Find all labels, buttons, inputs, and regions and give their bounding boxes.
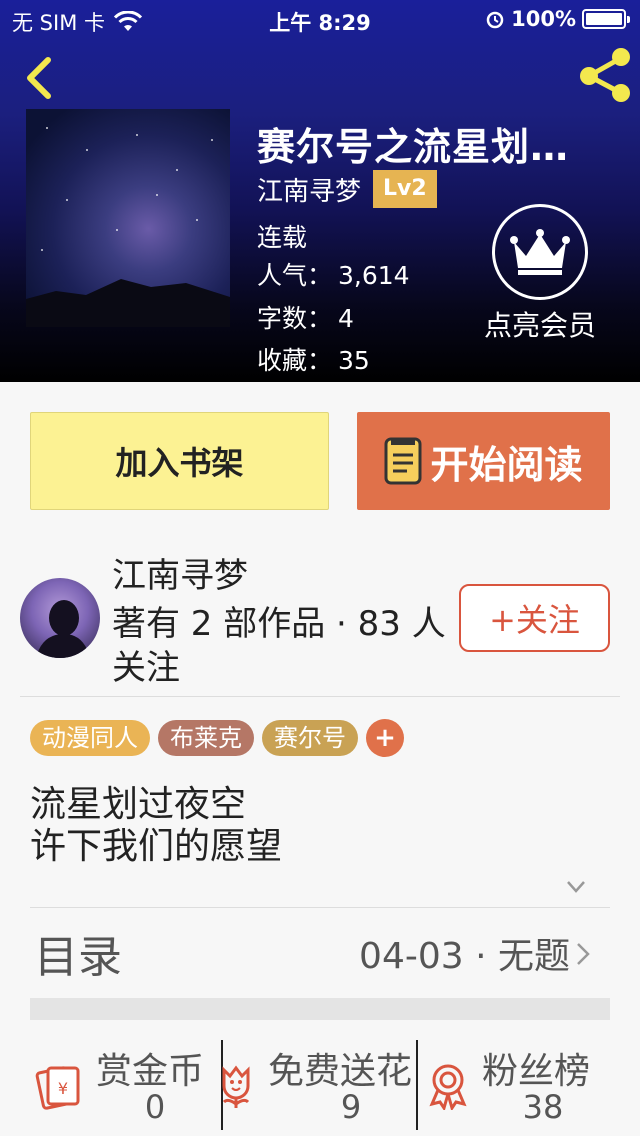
crown-icon: [510, 229, 570, 275]
start-reading-label: 开始阅读: [430, 442, 583, 487]
popularity-row: 人气： 3,614: [257, 261, 410, 290]
flowers-value: 9: [340, 1088, 362, 1126]
fans-value: 38: [522, 1088, 564, 1126]
divider: [20, 696, 620, 697]
section-separator: [30, 998, 610, 1020]
author-works-summary: 著有 2 部作品 · 83 人关注: [112, 604, 446, 688]
latest-chapter: 04-03 · 无题: [359, 936, 570, 977]
book-title: 赛尔号之流星划过夜空: [257, 125, 607, 169]
flower-icon: [222, 1065, 250, 1108]
add-to-shelf-button[interactable]: 加入书架: [30, 412, 329, 510]
toc-title: 目录: [34, 932, 122, 983]
book-author[interactable]: 江南寻梦: [257, 171, 361, 208]
author-avatar[interactable]: [20, 578, 100, 658]
reward-value: 0: [144, 1088, 166, 1126]
popularity-value: 3,614: [338, 261, 410, 290]
fan-ranking-button[interactable]: 粉丝榜 38: [420, 1038, 620, 1128]
battery-percent: 100%: [511, 7, 576, 31]
author-name[interactable]: 江南寻梦: [112, 548, 248, 597]
status-bar: 无 SIM 卡 上午 8:29 100%: [0, 0, 640, 40]
chevron-right-icon: [577, 943, 590, 965]
level-badge: Lv2: [373, 170, 437, 208]
favorites-value: 35: [338, 346, 370, 375]
book-header: 无 SIM 卡 上午 8:29 100% 赛尔号之流星划过夜 江南寻梦 Lv2 …: [0, 0, 640, 382]
word-count-row: 字数： 4: [257, 304, 354, 333]
follow-button[interactable]: +关注: [459, 584, 610, 652]
tag-item[interactable]: 布莱克: [158, 720, 254, 756]
description-line: 流星划过夜空: [30, 784, 247, 825]
send-flowers-button[interactable]: 免费送花 9: [208, 1038, 418, 1128]
back-button[interactable]: [18, 52, 62, 102]
red-envelope-icon: ¥: [35, 1066, 80, 1110]
divider: [416, 1040, 418, 1130]
start-reading-button[interactable]: 开始阅读: [357, 412, 610, 510]
book-description: 流星划过夜空 许下我们的愿望: [30, 784, 282, 868]
book-status: 连载: [257, 223, 308, 252]
table-of-contents-row[interactable]: 目录 04-03 · 无题: [30, 908, 610, 998]
svg-text:¥: ¥: [58, 1079, 68, 1098]
vip-label: 点亮会员: [483, 309, 596, 342]
add-tag-button[interactable]: +: [366, 719, 404, 757]
tag-list: 动漫同人 布莱克 赛尔号 +: [30, 719, 404, 757]
fans-label: 粉丝榜: [482, 1051, 591, 1092]
tag-item[interactable]: 动漫同人: [30, 720, 150, 756]
book-icon: [384, 437, 422, 485]
reward-label: 赏金币: [96, 1051, 205, 1092]
description-line: 许下我们的愿望: [30, 826, 283, 867]
battery-icon: [582, 9, 630, 29]
word-count-value: 4: [338, 304, 354, 333]
award-ribbon-icon: [429, 1064, 467, 1110]
tag-item[interactable]: 赛尔号: [262, 720, 358, 756]
alarm-icon: [486, 11, 504, 29]
reward-coins-button[interactable]: ¥ 赏金币 0: [30, 1038, 220, 1128]
expand-chevron-icon[interactable]: [566, 880, 586, 894]
book-cover[interactable]: [26, 109, 230, 327]
flowers-label: 免费送花: [268, 1051, 413, 1092]
favorites-row: 收藏： 35: [257, 346, 370, 375]
share-button[interactable]: [575, 46, 637, 104]
vip-button[interactable]: 点亮会员: [476, 204, 604, 344]
